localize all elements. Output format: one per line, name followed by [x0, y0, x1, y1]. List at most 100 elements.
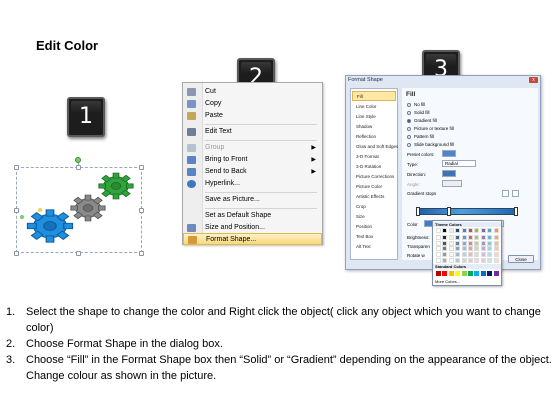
color-swatch[interactable]: [474, 228, 480, 233]
color-swatch[interactable]: [448, 228, 454, 233]
gradient-stop-selected[interactable]: [447, 207, 451, 216]
gradient-stop[interactable]: [416, 207, 420, 216]
color-swatch[interactable]: [480, 271, 486, 276]
color-swatch[interactable]: [487, 240, 493, 246]
direction-dropdown[interactable]: [442, 170, 456, 177]
color-swatch[interactable]: [448, 246, 454, 252]
color-swatch[interactable]: [436, 234, 441, 240]
color-swatch[interactable]: [487, 258, 493, 263]
color-swatch[interactable]: [442, 228, 448, 233]
color-swatch[interactable]: [487, 246, 493, 252]
color-swatch[interactable]: [461, 228, 467, 233]
color-swatch[interactable]: [493, 234, 499, 240]
menu-item-group[interactable]: Group ▶: [183, 142, 322, 154]
color-swatch[interactable]: [442, 240, 448, 246]
menu-item-cut[interactable]: Cut: [183, 86, 322, 98]
nav-item-text-box[interactable]: Text Box: [352, 232, 396, 242]
radio-solid-fill[interactable]: Solid fill: [407, 110, 430, 115]
color-swatch[interactable]: [493, 258, 499, 263]
menu-item-edit-text[interactable]: Edit Text: [183, 126, 322, 138]
nav-item-fill[interactable]: Fill: [352, 91, 396, 101]
color-swatch[interactable]: [455, 271, 461, 276]
color-swatch[interactable]: [461, 271, 467, 276]
menu-item-paste[interactable]: Paste: [183, 110, 322, 122]
color-swatch[interactable]: [442, 252, 448, 258]
color-swatch[interactable]: [448, 271, 454, 276]
color-swatch[interactable]: [493, 246, 499, 252]
menu-item-format-shape[interactable]: Format Shape...: [183, 233, 322, 245]
color-swatch[interactable]: [487, 271, 493, 276]
color-swatch[interactable]: [468, 240, 473, 246]
menu-item-bring-to-front[interactable]: Bring to Front ▶: [183, 154, 322, 166]
color-swatch[interactable]: [480, 234, 486, 240]
color-swatch[interactable]: [442, 234, 448, 240]
nav-item-position[interactable]: Position: [352, 222, 396, 232]
color-swatch[interactable]: [493, 228, 499, 233]
color-swatch[interactable]: [468, 228, 473, 233]
nav-item-reflection[interactable]: Reflection: [352, 132, 396, 142]
color-swatch[interactable]: [448, 234, 454, 240]
color-swatch[interactable]: [474, 240, 480, 246]
color-swatch[interactable]: [480, 258, 486, 263]
color-swatch[interactable]: [493, 271, 499, 276]
color-swatch[interactable]: [461, 246, 467, 252]
color-swatch[interactable]: [436, 246, 441, 252]
color-swatch[interactable]: [436, 252, 441, 258]
radio-gradient-fill[interactable]: Gradient fill: [407, 118, 437, 123]
menu-item-set-default-shape[interactable]: Set as Default Shape: [183, 210, 322, 222]
gradient-stop[interactable]: [514, 207, 518, 216]
nav-item-size[interactable]: Size: [352, 212, 396, 222]
gears-graphic[interactable]: [16, 168, 142, 254]
color-swatch[interactable]: [461, 234, 467, 240]
nav-item-picture-color[interactable]: Picture Color: [352, 182, 396, 192]
nav-item-3d-rotation[interactable]: 3-D Rotation: [352, 162, 396, 172]
color-swatch[interactable]: [461, 240, 467, 246]
radio-slide-background-fill[interactable]: Slide background fill: [407, 142, 454, 147]
color-swatch[interactable]: [493, 252, 499, 258]
nav-item-line-color[interactable]: Line Color: [352, 102, 396, 112]
nav-item-shadow[interactable]: Shadow: [352, 122, 396, 132]
color-swatch[interactable]: [487, 252, 493, 258]
nav-item-artistic-effects[interactable]: Artistic Effects: [352, 192, 396, 202]
nav-item-alt-text[interactable]: Alt Text: [352, 242, 396, 252]
gradient-bar[interactable]: [416, 208, 518, 215]
adjust-handle[interactable]: [20, 215, 24, 219]
color-swatch[interactable]: [474, 234, 480, 240]
color-swatch[interactable]: [455, 234, 461, 240]
color-swatch[interactable]: [436, 228, 441, 233]
type-dropdown[interactable]: Radial: [442, 160, 476, 167]
color-swatch[interactable]: [480, 240, 486, 246]
color-swatch[interactable]: [480, 228, 486, 233]
angle-field[interactable]: [442, 180, 462, 187]
color-swatch[interactable]: [487, 234, 493, 240]
radio-picture-fill[interactable]: Picture or texture fill: [407, 126, 454, 131]
radio-pattern-fill[interactable]: Pattern fill: [407, 134, 434, 139]
color-swatch[interactable]: [468, 234, 473, 240]
color-swatch[interactable]: [461, 252, 467, 258]
color-swatch[interactable]: [468, 258, 473, 263]
menu-item-save-as-picture[interactable]: Save as Picture...: [183, 194, 322, 206]
adjust-handle[interactable]: [38, 208, 42, 212]
close-button[interactable]: Close: [508, 255, 534, 263]
color-swatch[interactable]: [448, 240, 454, 246]
color-swatch[interactable]: [468, 246, 473, 252]
nav-item-line-style[interactable]: Line Style: [352, 112, 396, 122]
nav-item-3d-format[interactable]: 3-D Format: [352, 152, 396, 162]
nav-item-crop[interactable]: Crop: [352, 202, 396, 212]
menu-item-hyperlink[interactable]: Hyperlink...: [183, 178, 322, 190]
remove-stop-button[interactable]: [512, 190, 519, 197]
rotation-handle[interactable]: [75, 157, 81, 163]
menu-item-send-to-back[interactable]: Send to Back ▶: [183, 166, 322, 178]
color-swatch[interactable]: [442, 246, 448, 252]
color-swatch[interactable]: [480, 252, 486, 258]
color-swatch[interactable]: [442, 271, 448, 276]
color-swatch[interactable]: [468, 252, 473, 258]
add-stop-button[interactable]: [502, 190, 509, 197]
color-swatch[interactable]: [474, 258, 480, 263]
menu-item-copy[interactable]: Copy: [183, 98, 322, 110]
nav-item-glow[interactable]: Glow and Soft Edges: [352, 142, 398, 152]
radio-no-fill[interactable]: No fill: [407, 102, 425, 107]
color-swatch[interactable]: [448, 252, 454, 258]
color-swatch[interactable]: [436, 258, 441, 263]
color-swatch[interactable]: [455, 258, 461, 263]
